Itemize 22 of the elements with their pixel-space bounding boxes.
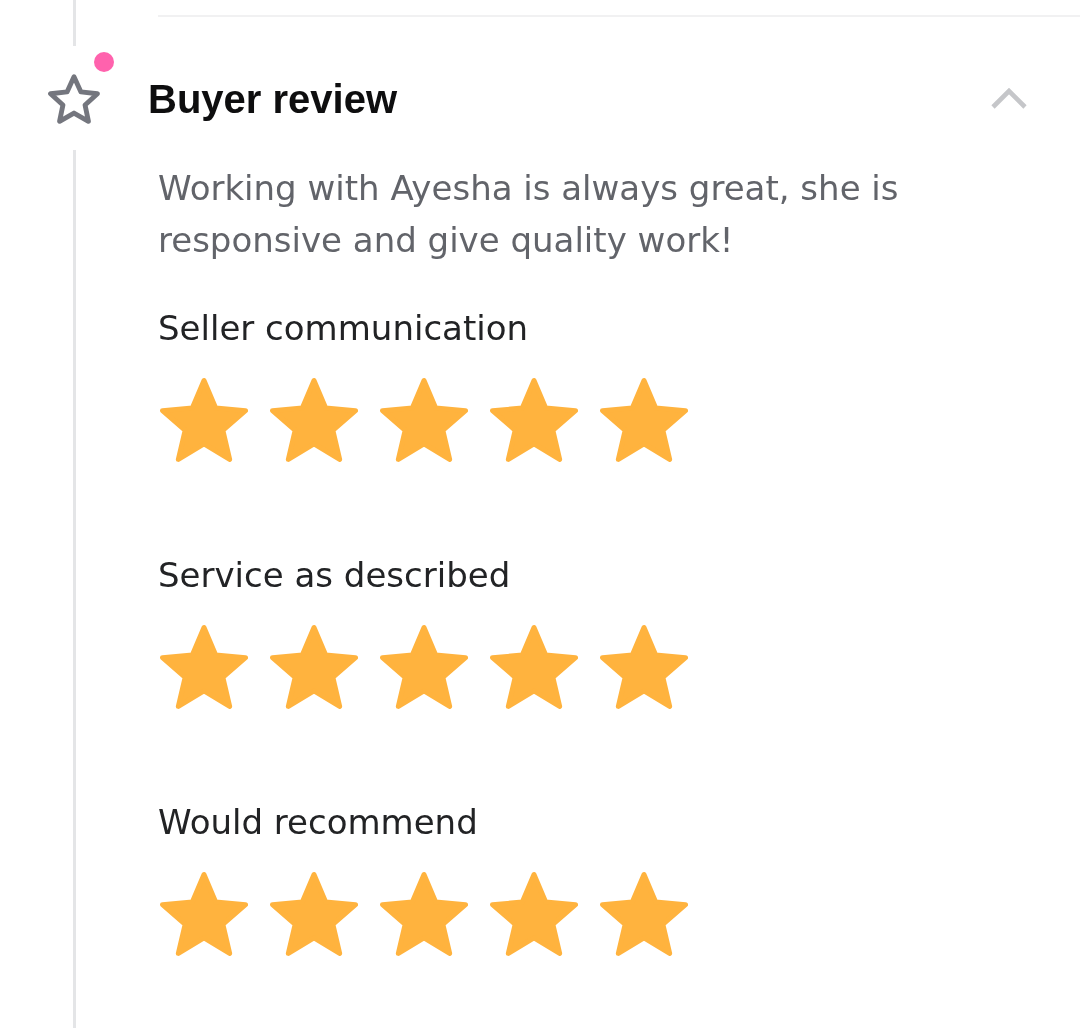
section-title: Buyer review — [148, 76, 398, 123]
star-icon — [600, 625, 688, 709]
star-icon — [600, 378, 688, 462]
star-icon — [270, 872, 358, 956]
star-icon — [160, 378, 248, 462]
star-icon — [380, 872, 468, 956]
rating-label: Service as described — [158, 555, 511, 596]
star-icon — [160, 625, 248, 709]
star-icon — [600, 872, 688, 956]
star-icon — [270, 625, 358, 709]
star-icon — [490, 625, 578, 709]
rating-label: Would recommend — [158, 802, 478, 843]
chevron-up-icon[interactable] — [990, 88, 1028, 110]
star-icon — [380, 625, 468, 709]
star-icon — [490, 872, 578, 956]
rating-label: Seller communication — [158, 308, 529, 349]
review-text: Working with Ayesha is always great, she is responsive and give quality work! — [158, 167, 900, 262]
star-icon — [270, 378, 358, 462]
star-icon — [380, 378, 468, 462]
star-outline-icon — [48, 74, 100, 124]
star-icon — [160, 872, 248, 956]
star-icon — [490, 378, 578, 462]
